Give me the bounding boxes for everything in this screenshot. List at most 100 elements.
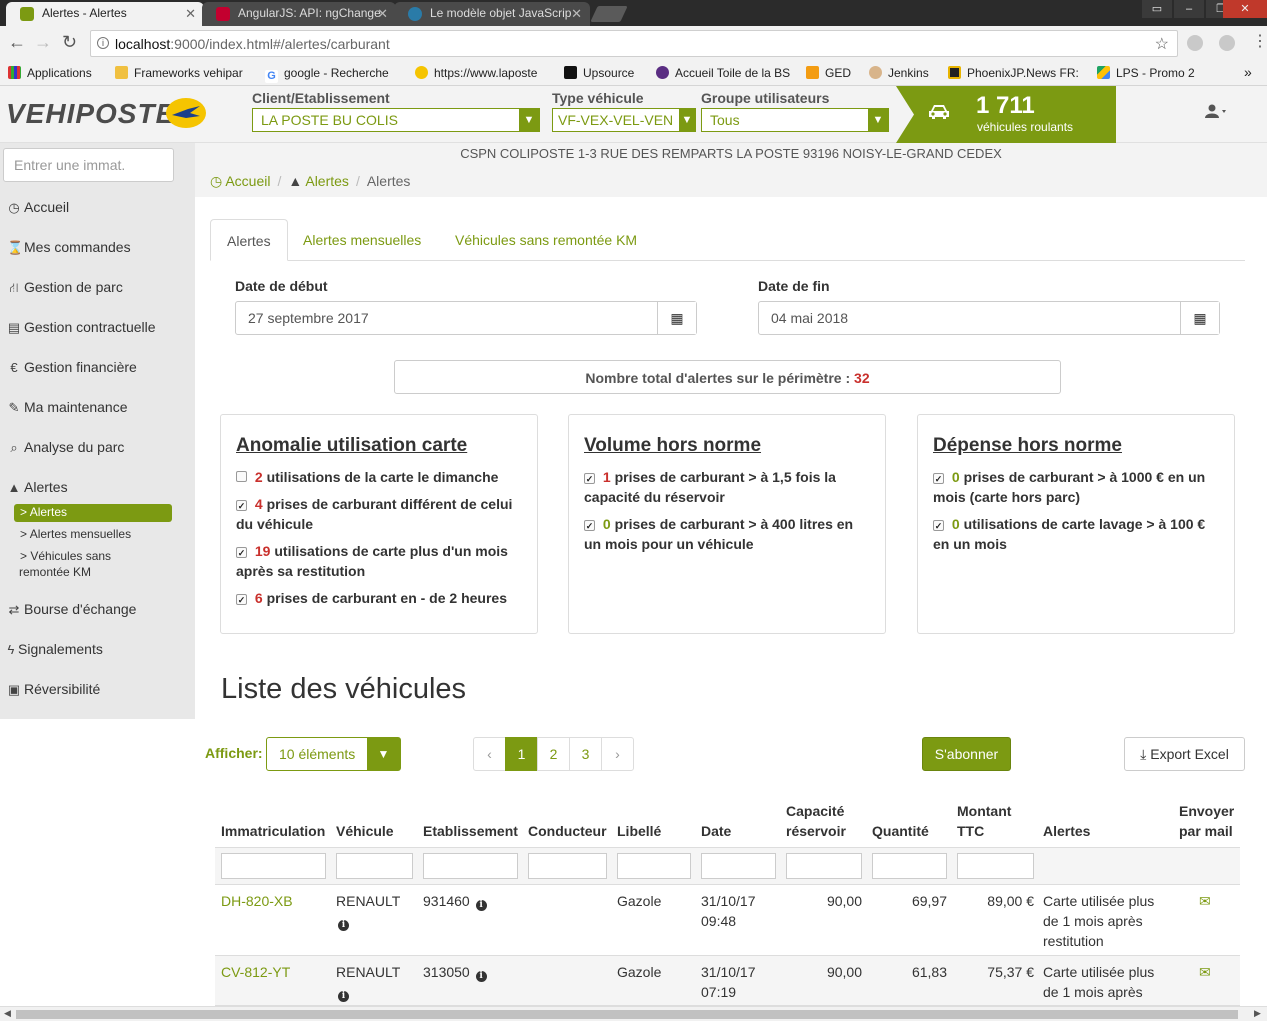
row-immatriculation-link[interactable]: CV-812-YT: [221, 962, 290, 982]
new-tab-button[interactable]: [590, 6, 628, 22]
close-icon[interactable]: ✕: [185, 6, 196, 22]
sidebar-item-alertes[interactable]: ▲ Alertes: [7, 479, 68, 495]
user-menu-icon[interactable]: [1205, 104, 1227, 123]
tab-alertes[interactable]: Alertes: [210, 219, 288, 261]
export-excel-button[interactable]: ⤓ Export Excel: [1124, 737, 1245, 771]
row-immatriculation-link[interactable]: DH-820-XB: [221, 891, 293, 911]
horizontal-scrollbar[interactable]: ◀ ▶: [0, 1006, 1267, 1021]
column-header-conducteur[interactable]: Conducteur: [528, 821, 607, 841]
checkbox-checked[interactable]: ✓: [933, 520, 944, 531]
bookmark-ged[interactable]: GED: [806, 66, 851, 80]
pagination-prev[interactable]: ‹: [473, 737, 506, 771]
vehicle-type-select[interactable]: VF-VEX-VEL-VEN ▼: [552, 108, 696, 132]
page-size-select[interactable]: 10 éléments ▼: [266, 737, 401, 771]
filter-conducteur-input[interactable]: [528, 853, 607, 879]
sidebar-item-bourse[interactable]: ⇄ Bourse d'échange: [7, 601, 137, 618]
extension-angular-icon[interactable]: [1187, 35, 1203, 51]
bookmark-applications[interactable]: Applications: [8, 66, 92, 80]
url-input[interactable]: i localhost:9000/index.html#/alertes/car…: [90, 30, 1178, 57]
close-icon[interactable]: ✕: [377, 6, 388, 22]
browser-tab-mdn[interactable]: Le modèle objet JavaScrip ✕: [394, 2, 590, 26]
filter-date-input[interactable]: [701, 853, 776, 879]
client-select[interactable]: LA POSTE BU COLIS ▼: [252, 108, 540, 132]
back-icon[interactable]: ←: [8, 32, 26, 53]
sidebar-item-reversibilite[interactable]: ▣ Réversibilité: [7, 681, 100, 698]
checkbox-checked[interactable]: ✓: [236, 547, 247, 558]
column-header-alertes[interactable]: Alertes: [1043, 821, 1090, 841]
start-date-input[interactable]: 27 septembre 2017 ▦: [235, 301, 697, 335]
tab-alertes-mensuelles[interactable]: Alertes mensuelles: [287, 219, 437, 261]
bookmark-star-icon[interactable]: ☆: [1155, 34, 1169, 54]
bookmark-laposte[interactable]: https://www.laposte: [415, 66, 537, 80]
sidebar-item-commandes[interactable]: ⌛Mes commandes: [7, 239, 131, 256]
menu-kebab-icon[interactable]: ⋮: [1252, 31, 1267, 51]
sidebar-subitem-vehicules-sans-km-line2[interactable]: remontée KM: [19, 565, 91, 579]
user-profile-button[interactable]: ▭: [1142, 0, 1172, 18]
sidebar-item-contractuelle[interactable]: ▤ Gestion contractuelle: [7, 319, 156, 336]
envelope-icon[interactable]: ✉: [1199, 962, 1211, 982]
browser-tab-alertes[interactable]: Alertes - Alertes ✕: [6, 2, 204, 26]
extension-icon[interactable]: [1219, 35, 1235, 51]
info-icon[interactable]: i: [338, 920, 349, 931]
column-header-capacite[interactable]: Capacité réservoir: [786, 801, 846, 841]
envelope-icon[interactable]: ✉: [1199, 891, 1211, 911]
checkbox-checked[interactable]: ✓: [236, 594, 247, 605]
checkbox-checked[interactable]: ✓: [584, 473, 595, 484]
reload-icon[interactable]: ↻: [62, 32, 77, 53]
sidebar-item-parc[interactable]: ⛙ Gestion de parc: [7, 279, 122, 298]
forward-icon[interactable]: →: [34, 32, 52, 53]
filter-capacite-input[interactable]: [786, 853, 862, 879]
more-bookmarks-icon[interactable]: »: [1244, 64, 1252, 80]
bookmark-lps[interactable]: LPS - Promo 2: [1097, 66, 1195, 80]
sidebar-subitem-alertes[interactable]: > Alertes: [14, 504, 172, 522]
info-icon[interactable]: i: [475, 900, 487, 911]
checkbox-checked[interactable]: ✓: [933, 473, 944, 484]
pagination-page-1[interactable]: 1: [505, 737, 538, 771]
scrollbar-thumb[interactable]: [16, 1010, 1238, 1019]
pagination-next[interactable]: ›: [601, 737, 634, 771]
filter-libelle-input[interactable]: [617, 853, 691, 879]
calendar-icon[interactable]: ▦: [657, 302, 696, 334]
sidebar-item-maintenance[interactable]: ✎ Ma maintenance: [7, 399, 128, 416]
filter-immatriculation-input[interactable]: [221, 853, 326, 879]
calendar-icon[interactable]: ▦: [1180, 302, 1219, 334]
breadcrumb-home[interactable]: ◷ Accueil: [210, 173, 270, 189]
bookmark-upsource[interactable]: Upsource: [564, 66, 634, 80]
column-header-etablissement[interactable]: Etablissement: [423, 821, 518, 841]
sidebar-subitem-alertes-mensuelles[interactable]: > Alertes mensuelles: [20, 527, 131, 541]
info-icon[interactable]: i: [475, 971, 487, 982]
bookmark-jenkins[interactable]: Jenkins: [869, 66, 929, 80]
end-date-input[interactable]: 04 mai 2018 ▦: [758, 301, 1220, 335]
user-group-select[interactable]: Tous ▼: [701, 108, 889, 132]
bookmark-frameworks[interactable]: Frameworks vehipar: [115, 66, 243, 80]
immat-search-input[interactable]: Entrer une immat.: [3, 148, 174, 182]
pagination-page-2[interactable]: 2: [537, 737, 570, 771]
column-header-libelle[interactable]: Libellé: [617, 821, 661, 841]
sidebar-item-signalements[interactable]: ϟ Signalements: [7, 641, 103, 657]
bookmark-phoenix[interactable]: PhoenixJP.News FR:: [948, 66, 1079, 80]
column-header-date[interactable]: Date: [701, 821, 731, 841]
bookmark-google[interactable]: Ggoogle - Recherche: [265, 66, 389, 83]
checkbox-checked[interactable]: ✓: [584, 520, 595, 531]
close-icon[interactable]: ✕: [571, 6, 582, 22]
pagination-page-3[interactable]: 3: [569, 737, 602, 771]
sidebar-item-accueil[interactable]: ◷ Accueil: [7, 199, 69, 216]
sidebar-item-analyse[interactable]: ⌕ Analyse du parc: [7, 439, 124, 456]
filter-vehicule-input[interactable]: [336, 853, 413, 879]
browser-tab-angular[interactable]: AngularJS: API: ngChange ✕: [202, 2, 396, 26]
site-info-icon[interactable]: i: [97, 37, 109, 49]
filter-quantite-input[interactable]: [872, 853, 947, 879]
column-header-immatriculation[interactable]: Immatriculation: [221, 821, 325, 841]
tab-vehicules-sans-km[interactable]: Véhicules sans remontée KM: [439, 219, 653, 261]
checkbox-checked[interactable]: ✓: [236, 500, 247, 511]
column-header-vehicule[interactable]: Véhicule: [336, 821, 394, 841]
filter-etablissement-input[interactable]: [423, 853, 518, 879]
subscribe-button[interactable]: S'abonner: [922, 737, 1011, 771]
info-icon[interactable]: i: [338, 991, 349, 1002]
column-header-montant[interactable]: Montant TTC: [957, 801, 1011, 841]
sidebar-item-financiere[interactable]: € Gestion financière: [7, 359, 136, 375]
minimize-button[interactable]: –: [1174, 0, 1204, 18]
bookmark-toile[interactable]: Accueil Toile de la BS: [656, 66, 790, 80]
checkbox-unchecked[interactable]: [236, 471, 247, 482]
column-header-quantite[interactable]: Quantité: [872, 821, 929, 841]
